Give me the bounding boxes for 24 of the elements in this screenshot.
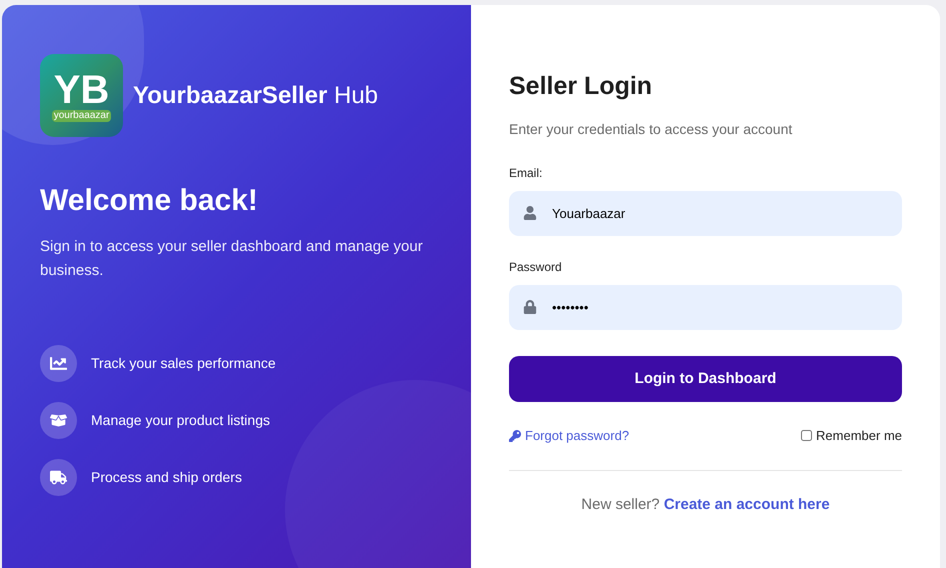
input-field[interactable]: Youarbaazar bbox=[509, 191, 902, 236]
logo: YB yourbaaazar bbox=[40, 54, 123, 137]
user-icon bbox=[523, 206, 537, 220]
key-icon bbox=[509, 430, 521, 442]
welcome-text: Sign in to access your seller dashboard and manage your business. bbox=[40, 237, 424, 281]
login-subtitle: Enter your credentials to access your account bbox=[509, 120, 794, 139]
box-icon bbox=[40, 402, 77, 439]
login-button[interactable]: Login to Dashboard bbox=[509, 356, 902, 402]
remember-checkbox[interactable] bbox=[801, 430, 812, 442]
login-title: Seller Login bbox=[509, 71, 654, 102]
remember-label: Remember me bbox=[816, 427, 902, 445]
forgot-password-link[interactable]: Forgot password? bbox=[509, 426, 630, 446]
feature-text: Process and ship orders bbox=[91, 468, 242, 487]
field-label: Email: bbox=[509, 165, 544, 182]
signup-prompt: New seller? bbox=[581, 496, 661, 512]
field-label: Password bbox=[509, 259, 563, 276]
input-field[interactable]: •••••••• bbox=[509, 285, 902, 330]
truck-icon bbox=[40, 459, 77, 496]
feature-text: Track your sales performance bbox=[91, 354, 276, 373]
lock-icon bbox=[523, 300, 537, 314]
feature-text: Manage your product listings bbox=[91, 411, 270, 430]
signup-link[interactable]: Create an account here bbox=[664, 496, 830, 512]
welcome-heading: Welcome back! bbox=[40, 183, 259, 219]
brand-name: YourbaazarSeller Hub bbox=[133, 80, 378, 110]
